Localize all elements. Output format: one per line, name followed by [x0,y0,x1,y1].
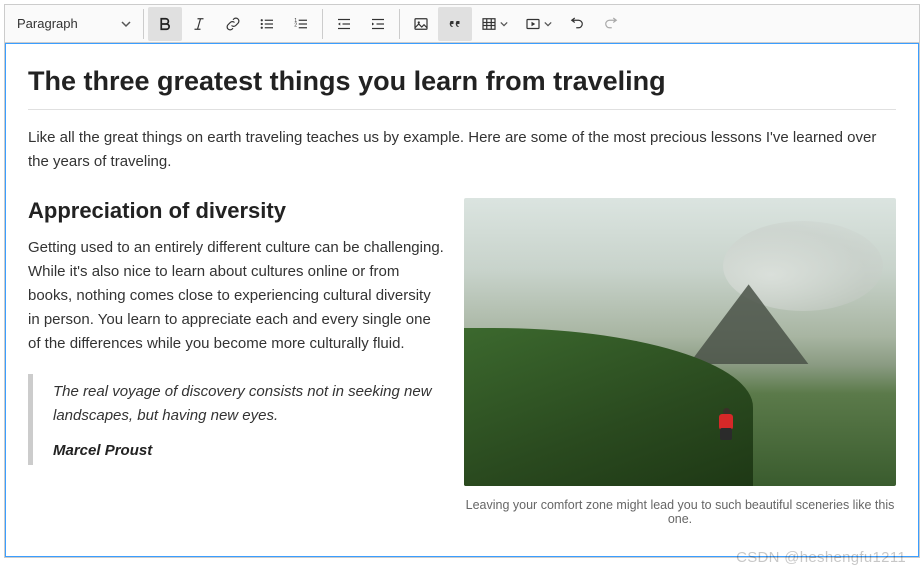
table-icon [480,15,498,33]
media-icon [524,15,542,33]
numbered-list-button[interactable]: 12 [284,7,318,41]
intro-paragraph[interactable]: Like all the great things on earth trave… [28,126,896,174]
image-caption[interactable]: Leaving your comfort zone might lead you… [464,498,896,526]
link-button[interactable] [216,7,250,41]
quote-icon [446,15,464,33]
section-title[interactable]: Appreciation of diversity [28,198,444,224]
section-body[interactable]: Getting used to an entirely different cu… [28,236,444,356]
article-image[interactable] [464,198,896,486]
editor-frame: Paragraph 12 [4,4,920,558]
indent-button[interactable] [361,7,395,41]
image-icon [412,15,430,33]
chevron-down-icon [121,19,131,29]
separator [399,9,400,39]
outdent-icon [335,15,353,33]
undo-icon [568,15,586,33]
quote-author[interactable]: Marcel Proust [53,442,444,459]
svg-text:2: 2 [294,22,297,28]
separator [143,9,144,39]
image-button[interactable] [404,7,438,41]
outdent-button[interactable] [327,7,361,41]
indent-icon [369,15,387,33]
bold-icon [156,15,174,33]
table-button[interactable] [472,7,516,41]
right-column: Leaving your comfort zone might lead you… [464,198,896,526]
blockquote-button[interactable] [438,7,472,41]
watermark: CSDN @heshengfu1211 [736,549,906,566]
quote-text[interactable]: The real voyage of discovery consists no… [53,380,444,428]
chevron-down-icon [500,20,508,28]
chevron-down-icon [544,20,552,28]
media-button[interactable] [516,7,560,41]
heading-dropdown[interactable]: Paragraph [9,9,139,39]
numbered-list-icon: 12 [292,15,310,33]
italic-button[interactable] [182,7,216,41]
heading-dropdown-label: Paragraph [17,16,78,31]
page-title[interactable]: The three greatest things you learn from… [28,66,896,110]
undo-button[interactable] [560,7,594,41]
image-detail [715,406,737,440]
redo-icon [602,15,620,33]
blockquote[interactable]: The real voyage of discovery consists no… [28,374,444,465]
left-column: Appreciation of diversity Getting used t… [28,198,444,465]
two-column-layout: Appreciation of diversity Getting used t… [28,198,896,526]
link-icon [224,15,242,33]
bullet-list-icon [258,15,276,33]
toolbar: Paragraph 12 [5,5,919,43]
redo-button[interactable] [594,7,628,41]
bold-button[interactable] [148,7,182,41]
separator [322,9,323,39]
editor-content[interactable]: The three greatest things you learn from… [5,43,919,557]
bullet-list-button[interactable] [250,7,284,41]
italic-icon [190,15,208,33]
